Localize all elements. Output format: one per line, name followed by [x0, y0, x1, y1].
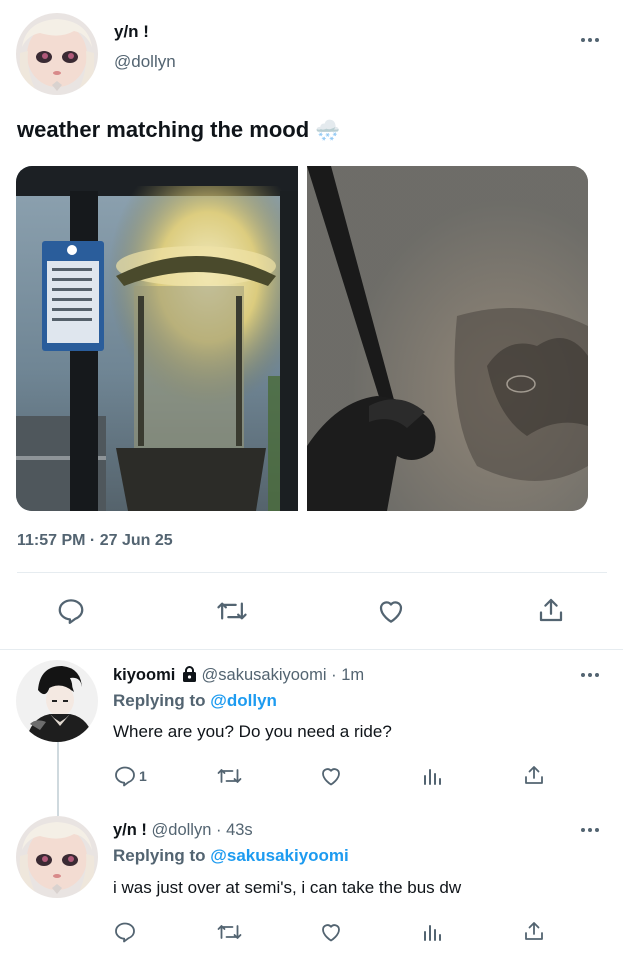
handle[interactable]: @dollyn	[114, 52, 176, 72]
tweet-text-body: weather matching the mood	[17, 117, 310, 142]
share-button[interactable]	[536, 595, 566, 625]
share-button[interactable]	[522, 919, 546, 943]
tweet-text: weather matching the mood 🌨️	[17, 117, 340, 143]
reply-icon	[115, 766, 135, 787]
like-button[interactable]	[375, 596, 407, 626]
separator: ·	[331, 666, 337, 684]
analytics-icon	[424, 769, 441, 785]
replying-to-line: Replying to @dollyn	[113, 691, 277, 711]
retweet-button[interactable]	[216, 920, 243, 944]
share-icon	[525, 922, 543, 940]
reply-header: kiyoomi @sakusakiyoomi · 1m	[113, 666, 364, 687]
lock-icon	[182, 666, 197, 687]
replying-to-label: Replying to	[113, 691, 206, 710]
analytics-icon	[424, 925, 441, 941]
display-name[interactable]: y/n !	[113, 821, 147, 839]
reply-time[interactable]: 1m	[341, 666, 364, 684]
like-icon	[322, 924, 340, 942]
handle[interactable]: @sakusakiyoomi	[202, 666, 327, 684]
cloud-snow-emoji: 🌨️	[315, 120, 341, 142]
separator: ·	[215, 821, 222, 839]
display-name[interactable]: kiyoomi	[113, 666, 175, 684]
reply-header: y/n ! @dollyn · 43s	[113, 821, 253, 840]
reply-button[interactable]: 1	[113, 764, 147, 788]
more-icon[interactable]	[577, 670, 603, 680]
more-icon[interactable]	[577, 35, 603, 45]
reply-text: i was just over at semi's, i can take th…	[113, 878, 462, 897]
reply-time[interactable]: 43s	[226, 821, 253, 839]
share-icon	[539, 598, 563, 622]
reply-button[interactable]	[113, 920, 137, 944]
display-name[interactable]: y/n !	[114, 22, 149, 42]
analytics-button[interactable]	[422, 920, 444, 944]
like-button[interactable]	[318, 764, 344, 788]
more-icon[interactable]	[577, 825, 603, 835]
retweet-button[interactable]	[216, 764, 243, 788]
like-icon	[379, 601, 403, 623]
reply-icon	[58, 599, 84, 624]
reply-icon	[115, 922, 135, 943]
reply-button[interactable]	[56, 596, 86, 626]
retweet-icon	[217, 769, 242, 783]
share-button[interactable]	[522, 763, 546, 787]
avatar[interactable]	[16, 660, 98, 742]
avatar[interactable]	[16, 816, 98, 898]
divider	[17, 572, 607, 573]
handle[interactable]: @dollyn	[152, 821, 212, 839]
analytics-button[interactable]	[422, 764, 444, 788]
umbrella-photo[interactable]	[307, 166, 588, 511]
divider	[0, 649, 623, 650]
reply-text: Where are you? Do you need a ride?	[113, 722, 392, 741]
thread-line	[57, 742, 59, 816]
retweet-icon	[217, 602, 247, 620]
like-button[interactable]	[318, 920, 344, 944]
share-icon	[525, 766, 543, 784]
replying-to-label: Replying to	[113, 846, 206, 865]
retweet-icon	[217, 925, 242, 939]
retweet-button[interactable]	[216, 596, 248, 626]
like-icon	[322, 768, 340, 786]
replying-to-handle[interactable]: @sakusakiyoomi	[210, 846, 348, 865]
avatar[interactable]	[16, 13, 98, 95]
timestamp[interactable]: 11:57 PM · 27 Jun 25	[17, 532, 173, 550]
replying-to-handle[interactable]: @dollyn	[210, 691, 277, 710]
replying-to-line: Replying to @sakusakiyoomi	[113, 846, 349, 866]
reply-count: 1	[139, 768, 147, 784]
bus-stop-photo[interactable]	[16, 166, 298, 511]
